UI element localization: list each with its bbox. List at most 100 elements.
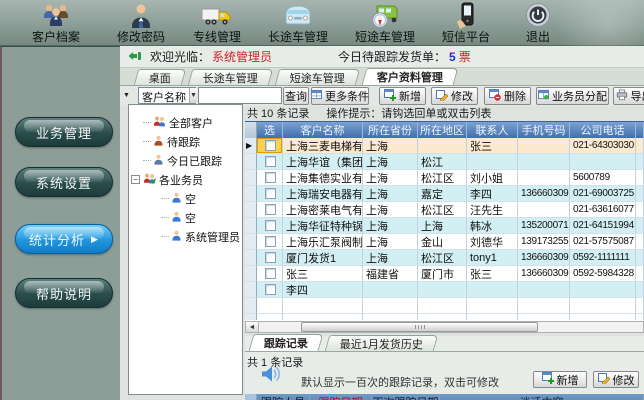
power-icon xyxy=(523,1,553,30)
row-select-cell[interactable] xyxy=(257,138,283,154)
tab-longdistance[interactable]: 长途车管理 xyxy=(188,69,274,85)
toolbar-item-longdistance[interactable]: 长途车管理 xyxy=(266,1,330,45)
tab-desktop[interactable]: 桌面 xyxy=(134,69,187,85)
row-checkbox[interactable] xyxy=(265,220,276,231)
row-select-cell[interactable] xyxy=(257,218,283,234)
row-select-cell[interactable] xyxy=(257,186,283,202)
row-select-cell[interactable] xyxy=(257,154,283,170)
add-button[interactable]: 新增 xyxy=(379,87,426,105)
user-icon xyxy=(171,211,182,225)
chevron-down-icon[interactable]: ▼ xyxy=(123,92,130,99)
search-input[interactable] xyxy=(198,87,282,104)
row-checkbox[interactable] xyxy=(265,284,276,295)
row-select-cell[interactable] xyxy=(257,202,283,218)
table-row[interactable]: 张三 福建省 厦门市 张三 136660309 0592-5984328 xyxy=(245,266,644,282)
cell-customer-name: 上海集德实业有 xyxy=(283,170,363,186)
row-select-cell[interactable] xyxy=(257,266,283,282)
col-next-track-date[interactable]: 下次跟踪日期 xyxy=(372,394,440,400)
table-row[interactable]: 上海乐汇泵阀制 上海 金山 刘德华 139173255 021-57575087 xyxy=(245,234,644,250)
row-select-cell[interactable] xyxy=(257,282,283,298)
tree-item-system-admin[interactable]: 系统管理员 xyxy=(129,227,242,246)
tree-item-followed-today[interactable]: 今日已跟踪 xyxy=(129,151,242,170)
toolbar-item-line-mgmt[interactable]: 专线管理 xyxy=(186,1,248,45)
tab-customer-data[interactable]: 客户资料管理 xyxy=(362,68,459,85)
cell-mobile xyxy=(518,170,570,186)
row-indicator xyxy=(245,186,257,202)
toolbar-item-customer-files[interactable]: 客户档案 xyxy=(25,1,87,45)
tab-shortdistance[interactable]: 短途车管理 xyxy=(275,69,361,85)
col-mobile[interactable]: 手机号码 xyxy=(518,122,570,138)
col-customer-name[interactable]: 客户名称 xyxy=(283,122,363,138)
col-conversation[interactable]: 谈话内容 xyxy=(440,394,644,400)
toolbar-item-sms[interactable]: 短信平台 xyxy=(435,1,497,45)
row-select-cell[interactable] xyxy=(257,170,283,186)
mobile-phone-icon xyxy=(451,1,481,30)
col-company-phone[interactable]: 公司电话 xyxy=(570,122,636,138)
sidebar-button-help[interactable]: 帮助说明 xyxy=(15,278,113,308)
row-select-cell[interactable] xyxy=(257,250,283,266)
col-tracker[interactable]: 跟踪人员 xyxy=(257,394,310,400)
cell-province: 上海 xyxy=(363,186,418,202)
row-checkbox[interactable] xyxy=(265,204,276,215)
table-row[interactable]: 上海华征特种锅 上海 上海 韩冰 135200071 021-64151994 xyxy=(245,218,644,234)
col-track-date[interactable]: 跟踪日期 xyxy=(310,394,372,400)
tree-item-empty-2[interactable]: 空 xyxy=(129,208,242,227)
sidebar-button-system-settings[interactable]: 系统设置 xyxy=(15,167,113,197)
table-row[interactable]: 上海华谊（集团 上海 松江 xyxy=(245,154,644,170)
col-province[interactable]: 所在省份 xyxy=(363,122,418,138)
col-region[interactable]: 所在地区 xyxy=(418,122,467,138)
row-select-cell[interactable] xyxy=(257,234,283,250)
horizontal-scrollbar[interactable]: ◄ xyxy=(245,321,644,333)
col-partial xyxy=(636,122,644,138)
table-row[interactable]: 上海密莱电气有 上海 松江区 汪先生 021-63616077 xyxy=(245,202,644,218)
cell-mobile xyxy=(518,138,570,154)
assign-salesperson-button[interactable]: 业务员分配 xyxy=(536,87,609,105)
sidebar-button-statistics[interactable]: 统计分析 ▶ xyxy=(15,224,113,254)
tab-tracking-records[interactable]: 跟踪记录 xyxy=(249,334,324,351)
header-indicator xyxy=(245,122,257,138)
table-row[interactable]: 上海瑞安电器有 上海 嘉定 李四 136660309 021-69003725 xyxy=(245,186,644,202)
table-row[interactable]: 李四 xyxy=(245,282,644,298)
export-button[interactable]: 导出 xyxy=(613,87,644,105)
delete-grid-icon xyxy=(489,89,501,104)
edit-button[interactable]: 修改 xyxy=(431,87,478,105)
col-select[interactable]: 选 xyxy=(257,122,283,138)
table-row[interactable]: 厦门发货1 上海 松江区 tony1 136660309 0592-111111… xyxy=(245,250,644,266)
toolbar-item-exit[interactable]: 退出 xyxy=(508,1,568,45)
cell-region: 嘉定 xyxy=(418,186,467,202)
col-contact[interactable]: 联系人 xyxy=(467,122,518,138)
tree-item-empty-1[interactable]: 空 xyxy=(129,189,242,208)
toolbar-item-shortdistance[interactable]: 短途车管理 xyxy=(353,1,417,45)
delete-button[interactable]: 删除 xyxy=(484,87,531,105)
sidebar-button-business-mgmt[interactable]: 业务管理 xyxy=(15,117,113,147)
row-checkbox[interactable] xyxy=(265,156,276,167)
table-row[interactable]: 上海三麦电梯有 上海 张三 021-64303030 xyxy=(245,138,644,154)
tree-item-to-follow[interactable]: 待跟踪 xyxy=(129,132,242,151)
row-checkbox[interactable] xyxy=(265,140,276,151)
toolbar-item-change-password[interactable]: 修改密码 xyxy=(110,1,172,45)
scrollbar-thumb[interactable] xyxy=(301,322,538,332)
row-indicator xyxy=(245,170,257,186)
cell-extra xyxy=(636,282,644,298)
search-field-select[interactable]: 客户名称 ▼ xyxy=(138,87,196,104)
tab-shipping-history[interactable]: 最近1月发货历史 xyxy=(325,335,439,351)
cell-province: 上海 xyxy=(363,202,418,218)
cell-customer-name: 上海乐汇泵阀制 xyxy=(283,234,363,250)
row-checkbox[interactable] xyxy=(265,188,276,199)
cell-mobile xyxy=(518,202,570,218)
tree-item-salespersons[interactable]: 各业务员 xyxy=(129,170,242,189)
row-checkbox[interactable] xyxy=(265,268,276,279)
search-button[interactable]: 查询 xyxy=(283,87,309,105)
edit-pencil-icon xyxy=(598,372,610,387)
tracking-edit-button[interactable]: 修改 xyxy=(593,371,639,388)
row-checkbox[interactable] xyxy=(265,252,276,263)
speaker-icon xyxy=(260,364,282,389)
scroll-left-button[interactable]: ◄ xyxy=(246,322,259,332)
more-conditions-button[interactable]: 更多条件 xyxy=(311,87,369,105)
tracking-add-button[interactable]: 新增 xyxy=(533,371,587,388)
row-checkbox[interactable] xyxy=(265,172,276,183)
tree-item-all-customers[interactable]: 全部客户 xyxy=(129,113,242,132)
row-checkbox[interactable] xyxy=(265,236,276,247)
table-row[interactable]: 上海集德实业有 上海 松江区 刘小姐 5600789 xyxy=(245,170,644,186)
collapse-icon[interactable] xyxy=(131,175,140,184)
